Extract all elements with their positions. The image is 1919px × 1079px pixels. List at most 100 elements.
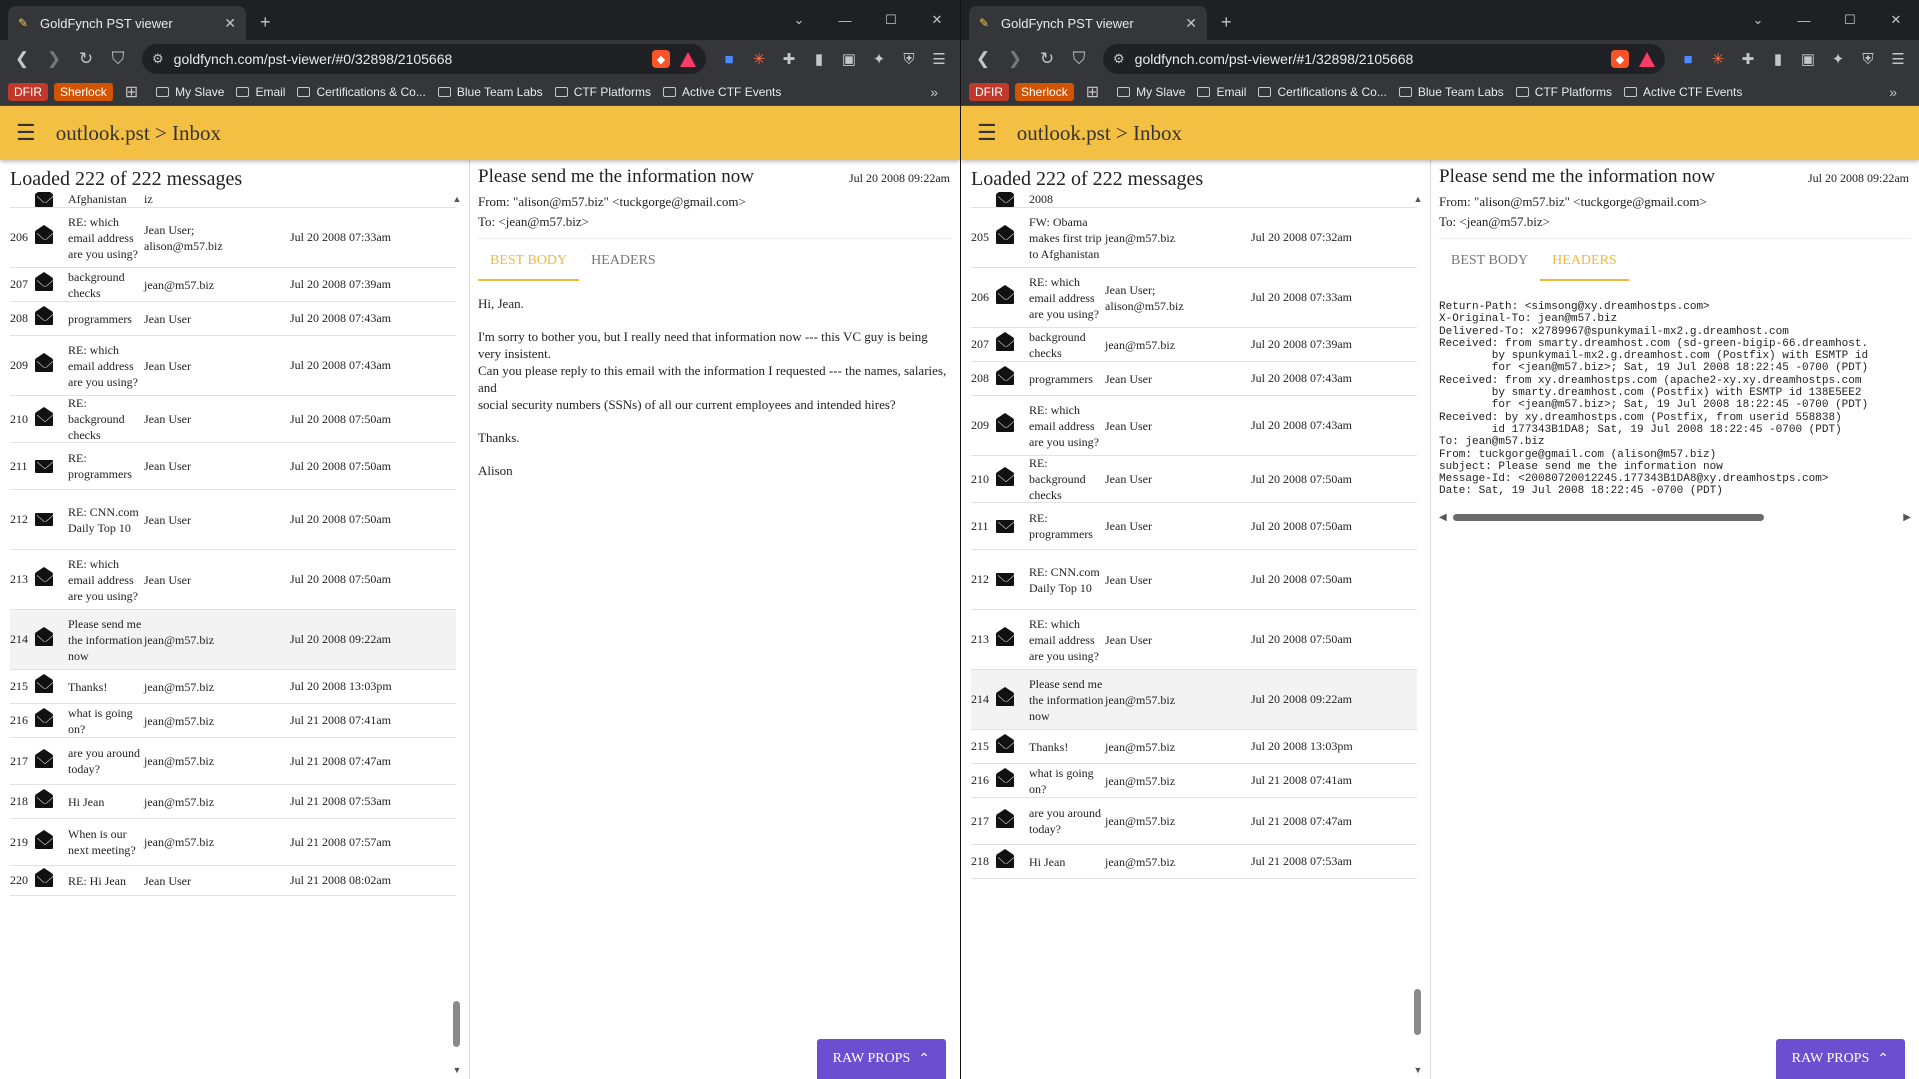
message-row[interactable]: 212 RE: CNN.com Daily Top 10 Jean User Jul … <box>971 550 1417 610</box>
scroll-thumb[interactable] <box>1452 514 1764 522</box>
scroll-track[interactable] <box>1452 512 1898 522</box>
extension-star-icon[interactable]: ✳ <box>1705 45 1731 73</box>
reload-icon[interactable]: ↻ <box>1033 45 1061 73</box>
message-row[interactable]: 216 what is going on? jean@m57.biz Jul 21 2… <box>10 704 456 738</box>
bookmark-sherlock[interactable]: Sherlock <box>1015 82 1074 101</box>
hamburger-menu-icon[interactable]: ☰ <box>977 120 997 146</box>
vpn-shield-icon[interactable]: ⛨ <box>1855 45 1881 73</box>
extension-star-icon[interactable]: ✳ <box>746 45 772 73</box>
message-row[interactable]: 213 RE: which email address are you using… <box>10 550 456 610</box>
tab-headers[interactable]: HEADERS <box>1540 247 1629 281</box>
message-row[interactable]: trip to Afghanistan iz <box>10 192 456 208</box>
browser-tab[interactable]: ✎ GoldFynch PST viewer ✕ <box>969 6 1207 40</box>
message-row[interactable]: 212 RE: CNN.com Daily Top 10 Jean User Jul … <box>10 490 456 550</box>
message-row[interactable]: 211 RE: programmers Jean User Jul 20 2008 0… <box>10 443 456 490</box>
site-info-icon[interactable]: ⚙ <box>1113 51 1125 67</box>
tab-search-icon[interactable]: ⌄ <box>776 12 822 28</box>
extensions-puzzle-icon[interactable]: ✚ <box>776 45 802 73</box>
message-row[interactable]: 214 Please send me the information now jea… <box>10 610 456 670</box>
tab-best-body[interactable]: BEST BODY <box>1439 247 1540 281</box>
forward-icon[interactable]: ❯ <box>40 45 68 73</box>
extension-icon[interactable]: ■ <box>716 45 742 73</box>
brave-rewards-icon[interactable] <box>680 51 696 67</box>
bookmark-folder[interactable]: Blue Team Labs <box>1393 85 1510 99</box>
message-row[interactable]: 206 RE: which email address are you using… <box>10 208 456 268</box>
message-row[interactable]: 216 what is going on? jean@m57.biz Jul 21 2… <box>971 764 1417 798</box>
message-list[interactable]: Friday, July 18, 2008 205 FW: Obama makes … <box>971 192 1417 1079</box>
raw-props-button[interactable]: RAW PROPS ⌃ <box>816 1039 946 1079</box>
list-scrollbar[interactable]: ▲ ▼ <box>1412 194 1424 1075</box>
vpn-shield-icon[interactable]: ⛨ <box>896 45 922 73</box>
brave-shields-icon[interactable]: ◆ <box>652 50 670 68</box>
more-bookmarks-icon[interactable]: » <box>930 84 952 100</box>
address-bar[interactable]: ⚙ goldfynch.com/pst-viewer/#0/32898/2105… <box>142 44 706 74</box>
address-bar[interactable]: ⚙ goldfynch.com/pst-viewer/#1/32898/2105… <box>1103 44 1665 74</box>
scroll-thumb[interactable] <box>453 1001 460 1047</box>
extension-icon[interactable]: ■ <box>1675 45 1701 73</box>
message-row[interactable]: 215 Thanks! jean@m57.biz Jul 20 2008 13:03p… <box>971 730 1417 764</box>
bookmark-folder[interactable]: My Slave <box>1111 85 1191 99</box>
bookmark-dfir[interactable]: DFIR <box>969 82 1009 101</box>
url-text[interactable]: goldfynch.com/pst-viewer/#1/32898/210566… <box>1135 51 1601 67</box>
list-scrollbar[interactable]: ▲ ▼ <box>451 194 463 1075</box>
tab-headers[interactable]: HEADERS <box>579 247 668 281</box>
menu-icon[interactable]: ☰ <box>1885 45 1911 73</box>
forward-icon[interactable]: ❯ <box>1001 45 1029 73</box>
maximize-button[interactable]: ☐ <box>868 12 914 28</box>
apps-grid-icon[interactable]: ⊞ <box>125 82 138 102</box>
message-row[interactable]: 205 FW: Obama makes first trip to Afghani… <box>971 208 1417 268</box>
scroll-thumb[interactable] <box>1414 989 1421 1035</box>
message-row[interactable]: 214 Please send me the information now jea… <box>971 670 1417 730</box>
apps-grid-icon[interactable]: ⊞ <box>1086 82 1099 102</box>
message-row[interactable]: 218 Hi Jean jean@m57.biz Jul 21 2008 07:53a… <box>971 845 1417 879</box>
message-row[interactable]: 206 RE: which email address are you using… <box>971 268 1417 328</box>
back-icon[interactable]: ❮ <box>8 45 36 73</box>
extensions-puzzle-icon[interactable]: ✚ <box>1735 45 1761 73</box>
bookmark-folder[interactable]: Email <box>230 85 291 99</box>
bookmark-icon[interactable]: ⛉ <box>104 45 132 73</box>
bookmark-sherlock[interactable]: Sherlock <box>54 82 113 101</box>
message-row[interactable]: 217 are you around today? jean@m57.biz Jul … <box>10 738 456 785</box>
scroll-up-icon[interactable]: ▲ <box>1412 194 1424 204</box>
message-row[interactable]: 210 RE: background checks Jean User Jul 20 … <box>971 456 1417 503</box>
message-row[interactable]: 209 RE: which email address are you using… <box>971 396 1417 456</box>
leo-ai-icon[interactable]: ✦ <box>866 45 892 73</box>
message-row[interactable]: 208 programmers Jean User Jul 20 2008 07:43… <box>971 362 1417 396</box>
brave-shields-icon[interactable]: ◆ <box>1611 50 1629 68</box>
message-row[interactable]: 217 are you around today? jean@m57.biz Jul … <box>971 798 1417 845</box>
bookmark-folder[interactable]: Blue Team Labs <box>432 85 549 99</box>
leo-ai-icon[interactable]: ✦ <box>1825 45 1851 73</box>
bookmark-folder[interactable]: My Slave <box>150 85 230 99</box>
new-tab-button[interactable]: + <box>1221 12 1232 33</box>
close-window-button[interactable]: ✕ <box>914 12 960 28</box>
tab-close-icon[interactable]: ✕ <box>224 15 236 32</box>
message-row[interactable]: 209 RE: which email address are you using… <box>10 336 456 396</box>
bookmark-folder[interactable]: Email <box>1191 85 1252 99</box>
wallet-icon[interactable]: ▣ <box>1795 45 1821 73</box>
bookmark-icon[interactable]: ⛉ <box>1065 45 1093 73</box>
bookmark-folder[interactable]: CTF Platforms <box>549 85 657 99</box>
message-row[interactable]: 215 Thanks! jean@m57.biz Jul 20 2008 13:03p… <box>10 670 456 704</box>
headers-hscrollbar[interactable]: ◀ ▶ <box>1439 512 1911 523</box>
bookmark-folder[interactable]: CTF Platforms <box>1510 85 1618 99</box>
bookmark-folder[interactable]: Active CTF Events <box>1618 85 1748 99</box>
scroll-right-icon[interactable]: ▶ <box>1903 512 1911 523</box>
tab-best-body[interactable]: BEST BODY <box>478 247 580 281</box>
wallet-icon[interactable]: ▣ <box>836 45 862 73</box>
sidebar-icon[interactable]: ▮ <box>1765 45 1791 73</box>
site-info-icon[interactable]: ⚙ <box>152 51 164 67</box>
close-window-button[interactable]: ✕ <box>1873 12 1919 28</box>
scroll-down-icon[interactable]: ▼ <box>451 1065 463 1075</box>
minimize-button[interactable]: — <box>1781 13 1827 28</box>
more-bookmarks-icon[interactable]: » <box>1889 84 1911 100</box>
browser-tab[interactable]: ✎ GoldFynch PST viewer ✕ <box>8 6 246 40</box>
reload-icon[interactable]: ↻ <box>72 45 100 73</box>
tab-close-icon[interactable]: ✕ <box>1185 15 1197 32</box>
url-text[interactable]: goldfynch.com/pst-viewer/#0/32898/210566… <box>174 51 642 67</box>
sidebar-icon[interactable]: ▮ <box>806 45 832 73</box>
brave-rewards-icon[interactable] <box>1639 51 1655 67</box>
maximize-button[interactable]: ☐ <box>1827 12 1873 28</box>
message-row[interactable]: 219 When is our next meeting? jean@m57.biz… <box>10 819 456 866</box>
bookmark-folder[interactable]: Certifications & Co... <box>1252 85 1392 99</box>
message-row[interactable]: 220 RE: Hi Jean Jean User Jul 21 2008 08:02… <box>10 866 456 896</box>
